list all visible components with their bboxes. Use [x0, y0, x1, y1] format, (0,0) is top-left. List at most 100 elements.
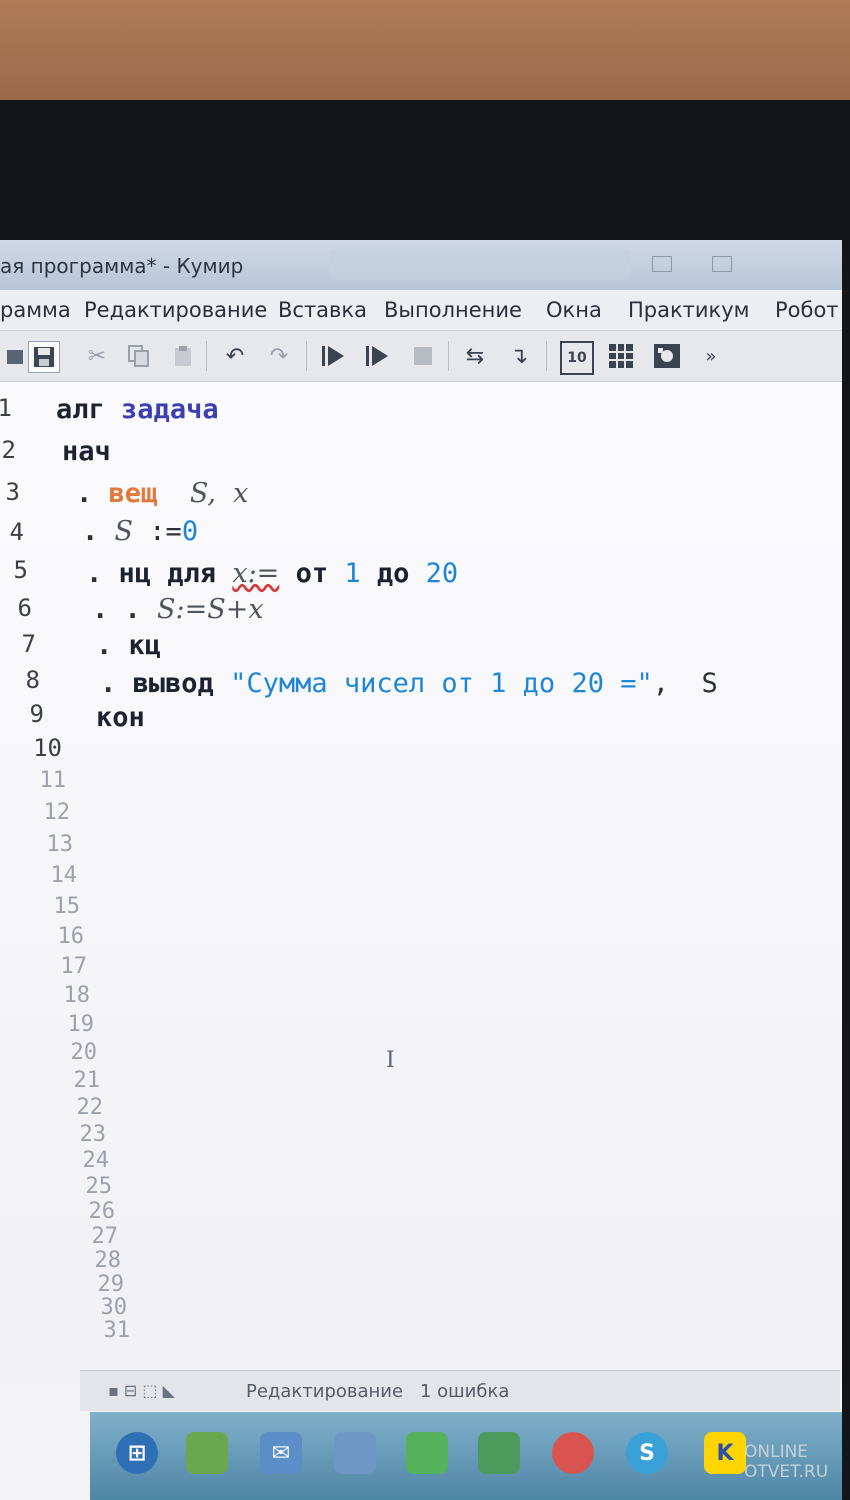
window-title: ая программа* - Кумир: [0, 254, 244, 278]
menu-robot[interactable]: Робот: [775, 298, 839, 322]
toolbar-separator: [546, 341, 547, 371]
taskbar-app-icon[interactable]: [186, 1432, 228, 1474]
menu-insert[interactable]: Вставка: [278, 298, 367, 322]
taskbar-app-icon[interactable]: [334, 1432, 376, 1474]
keyword: от: [295, 558, 329, 589]
line-number: 29: [97, 1272, 125, 1297]
chrome-icon[interactable]: [552, 1432, 594, 1474]
run-icon[interactable]: [318, 341, 348, 371]
skype-icon[interactable]: S: [626, 1432, 668, 1474]
indent-dot: .: [86, 558, 103, 589]
line-number: 23: [79, 1122, 107, 1147]
stop-icon[interactable]: [408, 341, 438, 371]
number-literal: 20: [425, 558, 459, 589]
menu-practicum[interactable]: Практикум: [628, 298, 750, 322]
text-cursor-icon: I: [386, 1048, 395, 1073]
line-number: 27: [91, 1224, 119, 1249]
type-keyword: вещ: [108, 478, 158, 509]
keyword: вывод: [132, 668, 214, 699]
keyword: нц для: [118, 558, 217, 589]
binary-icon[interactable]: 10: [560, 341, 594, 375]
open-folder-icon[interactable]: [0, 341, 30, 371]
code-editor[interactable]: 1 2 3 4 5 6 7 8 9 10 11 12 13 14 15 16 1…: [0, 382, 842, 1382]
error-underlined-variable: x:=: [232, 558, 280, 589]
line-number: 5: [13, 556, 28, 584]
taskbar-app-icon[interactable]: [406, 1432, 448, 1474]
minimize-icon[interactable]: [652, 256, 672, 272]
monitor-screen: ая программа* - Кумир рамма Редактирован…: [0, 240, 842, 1500]
indent-dot: .: [82, 516, 99, 547]
line-number: 15: [53, 894, 81, 919]
line-number: 22: [76, 1095, 104, 1120]
line-number: 25: [85, 1174, 113, 1199]
output-tail: , S: [652, 668, 718, 699]
keyword: до: [376, 558, 410, 589]
status-icons: ▪ ⊟ ⬚ ◣: [108, 1381, 175, 1400]
indent-dot: .: [100, 668, 117, 699]
robot-field-icon[interactable]: [652, 341, 682, 371]
line-number: 3: [5, 478, 20, 506]
line-number: 30: [100, 1295, 128, 1320]
status-bar: ▪ ⊟ ⬚ ◣ Редактирование 1 ошибка: [80, 1370, 840, 1411]
menu-program[interactable]: рамма: [0, 298, 71, 322]
line-number: 20: [70, 1040, 98, 1065]
more-tools-icon[interactable]: »: [696, 341, 726, 371]
blurred-titlebar-tab: [330, 250, 630, 280]
line-number: 2: [1, 436, 16, 464]
save-icon[interactable]: [28, 341, 60, 373]
cut-icon[interactable]: ✂: [82, 341, 112, 371]
variable: S: [114, 516, 134, 547]
line-number: 18: [63, 983, 91, 1008]
line-number: 31: [103, 1318, 131, 1343]
line-number: 8: [25, 666, 40, 694]
status-errors[interactable]: 1 ошибка: [420, 1381, 509, 1402]
step-over-icon[interactable]: ⇆: [460, 341, 490, 371]
variable-list: S, x: [189, 478, 249, 509]
keyword: кц: [128, 630, 162, 661]
menu-windows[interactable]: Окна: [546, 298, 602, 322]
line-number: 21: [73, 1068, 101, 1093]
toolbar-separator: [448, 341, 449, 371]
toolbar: ✂ ↶ ↷ ⇆ ↴ 10 »: [0, 331, 842, 382]
expression: S:=S+x: [157, 594, 264, 625]
keyword: алг: [56, 394, 105, 425]
code-line-9: кон: [96, 702, 145, 733]
step-run-icon[interactable]: [362, 341, 392, 371]
number-literal: 0: [181, 516, 199, 547]
undo-icon[interactable]: ↶: [220, 341, 250, 371]
watermark: ONLINE OTVET.RU: [744, 1442, 828, 1482]
code-line-3: . вещ S, x: [76, 478, 248, 509]
menu-bar: рамма Редактирование Вставка Выполнение …: [0, 290, 842, 331]
menu-run[interactable]: Выполнение: [384, 298, 522, 322]
maximize-icon[interactable]: [712, 256, 732, 272]
assign-operator: :=: [133, 516, 182, 547]
code-line-6: . . S:=S+x: [92, 594, 264, 625]
line-number: 12: [43, 800, 71, 825]
line-number: 11: [39, 768, 67, 793]
kumir-taskbar-icon[interactable]: K: [704, 1432, 746, 1474]
code-line-8: . вывод "Сумма чисел от 1 до 20 =", S: [100, 668, 718, 699]
keyword: кон: [96, 702, 145, 733]
line-number: 13: [46, 832, 74, 857]
line-number: 16: [57, 924, 85, 949]
copy-icon[interactable]: [124, 341, 154, 371]
step-into-icon[interactable]: ↴: [504, 341, 534, 371]
start-icon[interactable]: ⊞: [116, 1432, 158, 1474]
indent-dot: .: [76, 478, 93, 509]
window-titlebar: ая программа* - Кумир: [0, 240, 842, 290]
toolbar-separator: [206, 341, 207, 371]
number-literal: 1: [344, 558, 361, 589]
toolbar-separator: [306, 341, 307, 371]
taskbar-mail-icon[interactable]: ✉: [260, 1432, 302, 1474]
paste-icon[interactable]: [168, 341, 198, 371]
os-taskbar: ⊞ ✉ S K: [90, 1412, 842, 1500]
redo-icon[interactable]: ↷: [264, 341, 294, 371]
line-number: 4: [9, 518, 24, 546]
grid-icon[interactable]: [606, 341, 636, 371]
line-number: 19: [67, 1012, 95, 1037]
menu-edit[interactable]: Редактирование: [84, 298, 267, 322]
taskbar-app-icon[interactable]: [478, 1432, 520, 1474]
line-number: 1: [0, 394, 12, 422]
line-number: 24: [82, 1148, 110, 1173]
string-literal: "Сумма чисел от 1 до 20 =": [230, 668, 653, 699]
